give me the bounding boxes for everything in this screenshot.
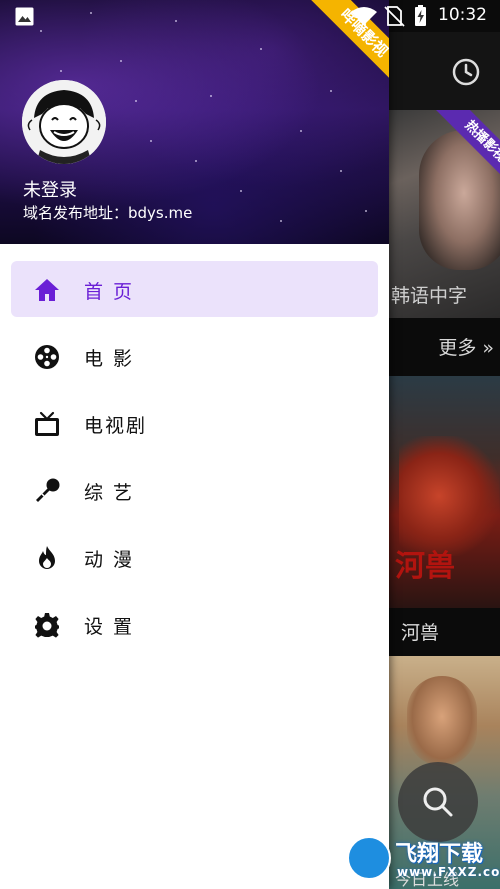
menu-item-variety[interactable]: 综 艺 [11,462,378,518]
menu-item-movies[interactable]: 电 影 [11,328,378,384]
menu-item-label: 动 漫 [84,549,135,571]
poster-image [407,676,477,766]
more-link[interactable]: 更多 » [389,320,500,376]
poster-card[interactable]: 河兽 [389,376,500,608]
home-icon [35,279,59,301]
avatar-image [22,80,106,164]
domain-address: 域名发布地址：bdys.me [23,204,193,222]
hot-ribbon: 热播影视 [420,110,500,190]
clock: 10:32 [438,5,487,25]
search-fab[interactable] [398,762,478,842]
drawer-header: 哔嘀影视 未登录 域名发布地址：bdys.me [0,0,389,244]
fire-icon [39,546,55,569]
poster-title: 韩语中字 [391,285,468,307]
menu-item-settings[interactable]: 设 置 [11,596,378,652]
watermark: 飞翔下载 www.FXXZ.com [345,832,500,884]
poster-image [399,436,499,556]
menu-item-label: 首 页 [84,281,135,303]
menu-item-home[interactable]: 首 页 [11,261,378,317]
watermark-url: www.FXXZ.com [397,865,500,879]
avatar[interactable] [22,80,106,164]
watermark-logo-icon [347,836,391,880]
microphone-icon [36,478,60,502]
poster-title: 河兽 [401,622,440,644]
search-icon [423,787,453,817]
user-name[interactable]: 未登录 [23,176,77,202]
menu-item-label: 设 置 [84,616,135,638]
menu-item-label: 电视剧 [84,415,148,437]
no-sim-icon [384,6,405,27]
status-bar: 10:32 [0,0,500,32]
gear-icon [35,613,59,638]
navigation-drawer: 哔嘀影视 未登录 域名发布地址：bdys.me 首 页 电 影 电视剧 综 艺 … [0,0,389,889]
image-icon [15,7,34,26]
history-icon[interactable] [450,56,482,88]
menu-item-anime[interactable]: 动 漫 [11,529,378,585]
menu-item-label: 综 艺 [84,482,135,504]
tv-icon [35,411,59,436]
wifi-icon [351,7,377,25]
watermark-text: 飞翔下载 [395,842,484,867]
status-icons [351,5,426,27]
hot-ribbon-label: 热播影视 [427,110,500,190]
film-reel-icon [35,345,59,369]
menu-item-label: 电 影 [84,348,135,370]
menu-item-tv-series[interactable]: 电视剧 [11,395,378,451]
battery-charging-icon [415,5,426,26]
poster-text: 河兽 [395,549,455,584]
